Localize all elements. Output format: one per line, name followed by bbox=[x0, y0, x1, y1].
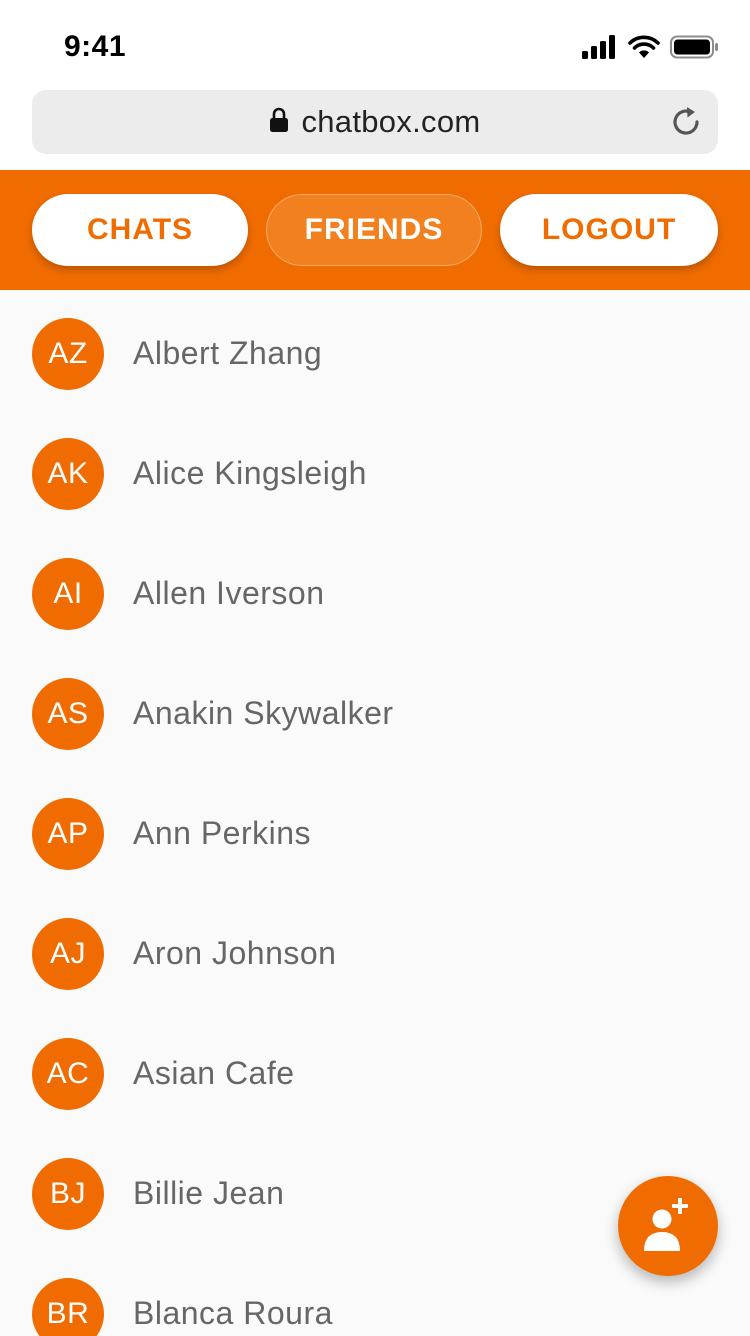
logout-button[interactable]: LOGOUT bbox=[500, 194, 718, 266]
friend-row-alice-kingsleigh[interactable]: AK Alice Kingsleigh bbox=[0, 410, 750, 530]
avatar: AK bbox=[32, 438, 104, 510]
avatar: BJ bbox=[32, 1158, 104, 1230]
reload-icon[interactable] bbox=[668, 104, 704, 140]
avatar: AJ bbox=[32, 918, 104, 990]
friend-row-ann-perkins[interactable]: AP Ann Perkins bbox=[0, 770, 750, 890]
friend-row-asian-cafe[interactable]: AC Asian Cafe bbox=[0, 1010, 750, 1130]
friend-name: Billie Jean bbox=[133, 1175, 285, 1211]
status-bar: 9:41 bbox=[0, 0, 750, 90]
avatar: AS bbox=[32, 678, 104, 750]
chats-button[interactable]: CHATS bbox=[32, 194, 248, 266]
browser-chrome: chatbox.com bbox=[0, 90, 750, 170]
status-icons bbox=[582, 35, 720, 64]
address-bar[interactable]: chatbox.com bbox=[32, 90, 718, 154]
friend-list: AZ Albert Zhang AK Alice Kingsleigh AI A… bbox=[0, 290, 750, 1336]
friend-name: Blanca Roura bbox=[133, 1295, 333, 1331]
friend-name: Ann Perkins bbox=[133, 815, 312, 851]
address-bar-content: chatbox.com bbox=[32, 90, 718, 154]
friend-row-anakin-skywalker[interactable]: AS Anakin Skywalker bbox=[0, 650, 750, 770]
avatar: AP bbox=[32, 798, 104, 870]
avatar: BR bbox=[32, 1278, 104, 1336]
friend-row-aron-johnson[interactable]: AJ Aron Johnson bbox=[0, 890, 750, 1010]
friend-name: Anakin Skywalker bbox=[133, 695, 394, 731]
avatar: AI bbox=[32, 558, 104, 630]
signal-icon bbox=[582, 35, 618, 64]
friend-row-allen-iverson[interactable]: AI Allen Iverson bbox=[0, 530, 750, 650]
status-time: 9:41 bbox=[64, 30, 127, 63]
add-friend-button[interactable] bbox=[618, 1176, 718, 1276]
friend-name: Asian Cafe bbox=[133, 1055, 295, 1091]
app-header: CHATS FRIENDS LOGOUT bbox=[0, 170, 750, 290]
app-screen: 9:41 chatbox.com CHATS FRIENDS LOGOUT AZ… bbox=[0, 0, 750, 1336]
friend-name: Alice Kingsleigh bbox=[133, 455, 367, 491]
friend-name: Aron Johnson bbox=[133, 935, 337, 971]
wifi-icon bbox=[628, 35, 660, 64]
url-text: chatbox.com bbox=[301, 104, 481, 139]
avatar: AC bbox=[32, 1038, 104, 1110]
friends-button[interactable]: FRIENDS bbox=[266, 194, 482, 266]
add-friend-icon bbox=[642, 1196, 694, 1257]
friend-row-albert-zhang[interactable]: AZ Albert Zhang bbox=[0, 290, 750, 410]
friend-name: Allen Iverson bbox=[133, 575, 325, 611]
avatar: AZ bbox=[32, 318, 104, 390]
friend-name: Albert Zhang bbox=[133, 335, 323, 371]
battery-icon bbox=[670, 35, 720, 64]
lock-icon bbox=[269, 107, 289, 138]
